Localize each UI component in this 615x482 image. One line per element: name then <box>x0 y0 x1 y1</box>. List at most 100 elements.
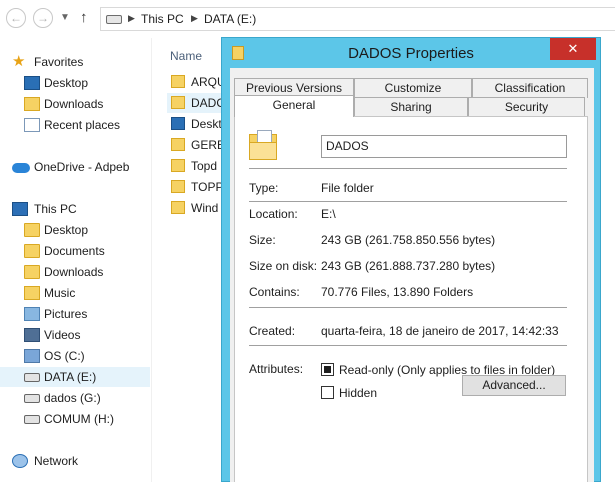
network-icon <box>12 454 28 468</box>
hidden-label[interactable]: Hidden <box>339 386 377 400</box>
nav-item-this-pc[interactable]: This PC <box>0 199 150 219</box>
breadcrumb-separator-icon[interactable]: ▶ <box>128 13 135 24</box>
nav-label: This PC <box>34 202 77 216</box>
folder-icon <box>171 159 185 172</box>
contains-value: 70.776 Files, 13.890 Folders <box>321 285 474 299</box>
navigation-pane: ★ Favorites Desktop Downloads Recent pla… <box>0 38 152 482</box>
back-arrow-icon[interactable]: ← <box>6 8 26 28</box>
size-on-disk-label: Size on disk: <box>249 259 318 273</box>
file-name: TOPP <box>191 180 224 194</box>
up-arrow-icon[interactable]: ↑ <box>80 9 88 26</box>
tab-security[interactable]: Security <box>468 97 585 117</box>
nav-item-music[interactable]: Music <box>0 283 150 303</box>
nav-item-videos[interactable]: Videos <box>0 325 150 345</box>
downloads-icon <box>24 97 40 111</box>
nav-item-comum-h[interactable]: COMUM (H:) <box>0 409 150 429</box>
nav-item-pictures[interactable]: Pictures <box>0 304 150 324</box>
tab-customize[interactable]: Customize <box>354 78 472 98</box>
drive-icon <box>24 373 40 382</box>
type-value: File folder <box>321 181 374 195</box>
column-header-name[interactable]: Name <box>170 49 202 63</box>
music-folder-icon <box>24 286 40 300</box>
nav-item-dados-g[interactable]: dados (G:) <box>0 388 150 408</box>
network-drive-icon <box>24 415 40 424</box>
drive-icon <box>106 15 122 24</box>
file-name: GERE <box>191 138 226 152</box>
file-name: Topd <box>191 159 218 173</box>
nav-label: OneDrive - Adpeb <box>34 160 130 174</box>
readonly-checkbox[interactable] <box>321 363 334 376</box>
nav-label: Recent places <box>44 118 121 132</box>
folder-icon <box>171 180 185 193</box>
folder-icon <box>249 128 277 160</box>
nav-item-onedrive[interactable]: OneDrive - Adpeb <box>0 157 150 177</box>
nav-label: Downloads <box>44 97 104 111</box>
computer-icon <box>12 202 28 216</box>
divider <box>249 201 567 202</box>
divider <box>249 345 567 346</box>
breadcrumb-data-e[interactable]: DATA (E:) <box>204 12 256 26</box>
nav-item-downloads[interactable]: Downloads <box>0 262 150 282</box>
file-name: Wind <box>191 201 219 215</box>
nav-item-network[interactable]: Network <box>0 451 150 471</box>
size-on-disk-value: 243 GB (261.888.737.280 bytes) <box>321 259 496 273</box>
dialog-title: DADOS Properties <box>348 45 474 62</box>
recent-places-icon <box>24 118 40 132</box>
created-value: quarta-feira, 18 de janeiro de 2017, 14:… <box>321 324 559 338</box>
close-button[interactable]: ✕ <box>550 38 596 60</box>
address-bar[interactable]: ▶ This PC ▶ DATA (E:) <box>100 7 615 31</box>
forward-arrow-icon[interactable]: → <box>33 8 53 28</box>
dialog-body: Previous Versions Customize Classificati… <box>230 68 594 482</box>
nav-label: Documents <box>44 244 105 258</box>
folder-icon <box>171 138 185 151</box>
nav-label: dados (G:) <box>44 391 101 405</box>
nav-label: COMUM (H:) <box>44 412 114 426</box>
location-value: E:\ <box>321 207 336 221</box>
folder-icon <box>171 75 185 88</box>
downloads-folder-icon <box>24 265 40 279</box>
created-label: Created: <box>249 324 296 338</box>
hidden-checkbox[interactable] <box>321 386 334 399</box>
breadcrumb-separator-icon[interactable]: ▶ <box>191 13 198 24</box>
location-label: Location: <box>249 207 298 221</box>
nav-item-documents[interactable]: Documents <box>0 241 150 261</box>
nav-item-downloads-favorite[interactable]: Downloads <box>0 94 150 114</box>
nav-item-desktop-favorite[interactable]: Desktop <box>0 73 150 93</box>
properties-dialog: DADOS Properties ✕ Previous Versions Cus… <box>221 37 601 482</box>
nav-label: Network <box>34 454 79 468</box>
advanced-button[interactable]: Advanced... <box>462 375 566 396</box>
contains-label: Contains: <box>249 285 300 299</box>
pictures-folder-icon <box>24 307 40 321</box>
videos-folder-icon <box>24 328 40 342</box>
folder-icon <box>171 96 185 109</box>
desktop-folder-icon <box>24 223 40 237</box>
nav-label: Downloads <box>44 265 104 279</box>
attributes-label: Attributes: <box>249 362 304 376</box>
nav-item-recent-places[interactable]: Recent places <box>0 115 150 135</box>
tab-classification[interactable]: Classification <box>472 78 588 98</box>
folder-name-field[interactable]: DADOS <box>321 135 567 158</box>
documents-folder-icon <box>24 244 40 258</box>
nav-label: Pictures <box>44 307 88 321</box>
windows-drive-icon <box>24 349 40 363</box>
nav-label: Favorites <box>34 55 84 69</box>
nav-item-os-c[interactable]: OS (C:) <box>0 346 150 366</box>
recent-locations-chevron-icon[interactable]: ▼ <box>60 12 70 23</box>
type-label: Type: <box>249 181 279 195</box>
nav-item-desktop[interactable]: Desktop <box>0 220 150 240</box>
size-value: 243 GB (261.758.850.556 bytes) <box>321 233 496 247</box>
nav-label: DATA (E:) <box>44 370 97 384</box>
tab-sharing[interactable]: Sharing <box>354 97 468 117</box>
desktop-folder-icon <box>171 117 185 130</box>
network-drive-icon <box>24 394 40 403</box>
star-icon: ★ <box>12 53 26 70</box>
nav-item-favorites[interactable]: ★ Favorites <box>0 52 150 72</box>
explorer-window: ← → ▼ ↑ ▶ This PC ▶ DATA (E:) ★ Favorite… <box>0 0 615 482</box>
nav-item-data-e[interactable]: DATA (E:) <box>0 367 150 387</box>
nav-label: Desktop <box>44 223 89 237</box>
tab-general[interactable]: General <box>234 95 354 117</box>
explorer-toolbar: ← → ▼ ↑ ▶ This PC ▶ DATA (E:) <box>0 0 615 38</box>
breadcrumb-this-pc[interactable]: This PC <box>141 12 184 26</box>
desktop-icon <box>24 76 40 90</box>
nav-label: Music <box>44 286 76 300</box>
